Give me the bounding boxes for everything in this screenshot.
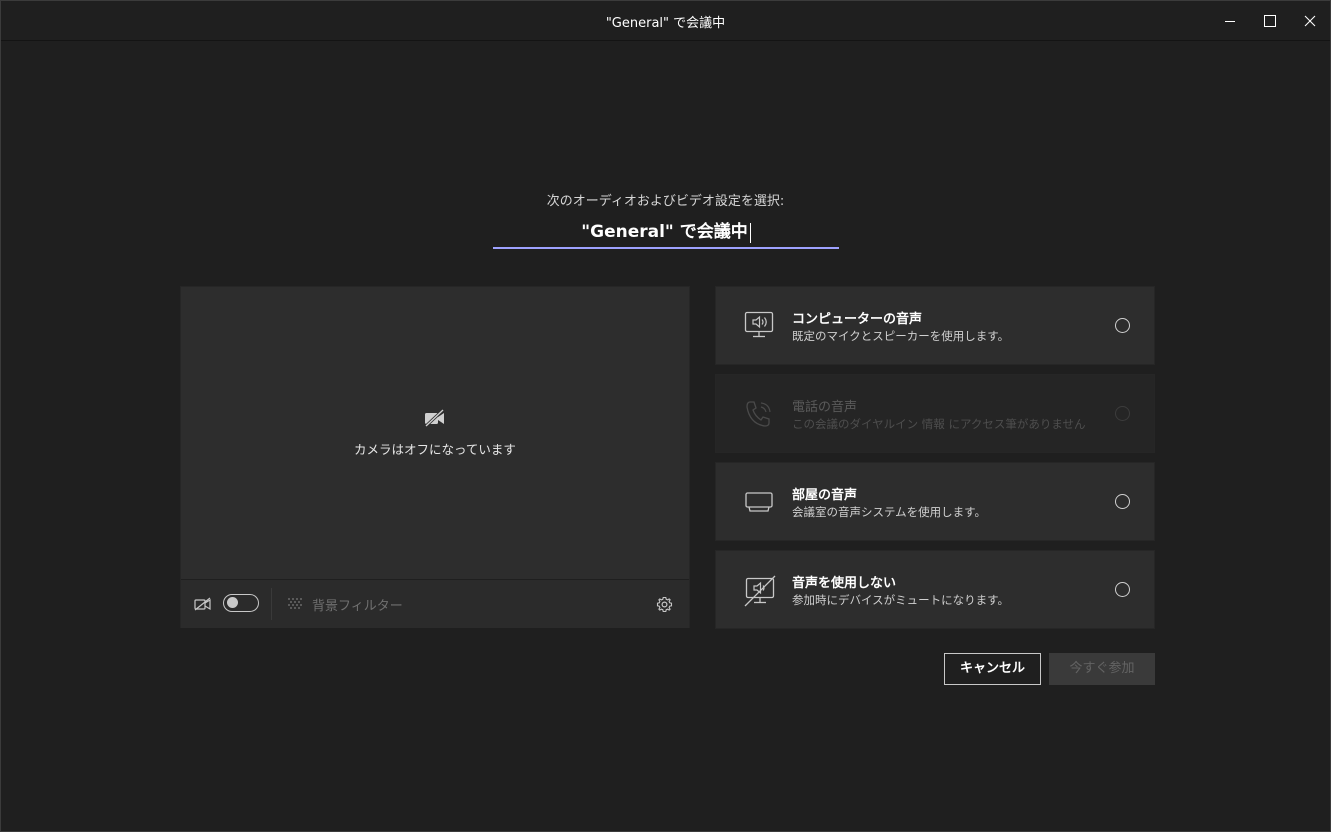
option-description: 会議室の音声システムを使用します。 — [792, 505, 987, 519]
option-title: 音声を使用しない — [792, 576, 897, 591]
camera-off-small-icon — [194, 597, 211, 611]
setup-prompt: 次のオーディオおよびビデオ設定を選択: — [546, 194, 785, 209]
no-audio-icon — [744, 575, 776, 607]
video-preview: カメラはオフになっています 背景フィルター — [180, 286, 690, 628]
option-no-audio[interactable]: 音声を使用しない 参加時にデバイスがミュートになります。 — [715, 550, 1155, 629]
option-description: 既定のマイクとスピーカーを使用します。 — [792, 329, 1010, 343]
radio-button[interactable] — [1115, 318, 1130, 333]
camera-toggle[interactable] — [223, 594, 259, 612]
room-audio-icon — [745, 492, 773, 512]
option-description: この会議のダイヤルイン 情報 にアクセス筆がありません — [792, 417, 1086, 431]
radio-button[interactable] — [1115, 582, 1130, 597]
option-computer-audio[interactable]: コンピューターの音声 既定のマイクとスピーカーを使用します。 — [715, 286, 1155, 365]
option-title: 電話の音声 — [792, 400, 858, 415]
cancel-button[interactable]: キャンセル — [944, 653, 1041, 685]
maximize-button[interactable] — [1250, 1, 1290, 40]
title-bar: "General" で会議中 — [1, 1, 1330, 41]
join-now-button[interactable]: 今すぐ参加 — [1049, 653, 1155, 685]
background-filter-label: 背景フィルター — [312, 599, 403, 614]
phone-audio-icon — [746, 401, 771, 427]
gear-icon[interactable] — [656, 596, 673, 613]
meeting-window: "General" で会議中 次のオーディオおよびビデオ設定を選択: "Gene… — [0, 0, 1331, 832]
camera-off-text: カメラはオフになっています — [354, 442, 516, 457]
radio-button — [1115, 406, 1130, 421]
meeting-name-field[interactable]: "General" で会議中 — [493, 219, 839, 249]
computer-audio-icon — [744, 311, 774, 338]
radio-button[interactable] — [1115, 494, 1130, 509]
close-icon — [1304, 15, 1316, 26]
minimize-icon — [1225, 20, 1235, 22]
video-toolbar: 背景フィルター — [181, 579, 689, 628]
toggle-knob — [227, 597, 238, 608]
video-preview-area: カメラはオフになっています — [181, 287, 689, 579]
option-room-audio[interactable]: 部屋の音声 会議室の音声システムを使用します。 — [715, 462, 1155, 541]
camera-off-icon — [424, 409, 445, 427]
option-title: 部屋の音声 — [792, 488, 858, 503]
background-filter-icon — [288, 598, 302, 609]
meeting-name-text: "General" で会議中 — [581, 222, 748, 242]
option-description: 参加時にデバイスがミュートになります。 — [792, 593, 1010, 607]
option-title: コンピューターの音声 — [792, 312, 923, 327]
close-button[interactable] — [1290, 1, 1330, 40]
option-phone-audio: 電話の音声 この会議のダイヤルイン 情報 にアクセス筆がありません — [715, 374, 1155, 453]
maximize-icon — [1264, 14, 1276, 27]
toolbar-divider — [271, 588, 272, 620]
text-caret — [749, 222, 751, 243]
window-title: "General" で会議中 — [605, 16, 726, 31]
minimize-button[interactable] — [1210, 1, 1250, 40]
